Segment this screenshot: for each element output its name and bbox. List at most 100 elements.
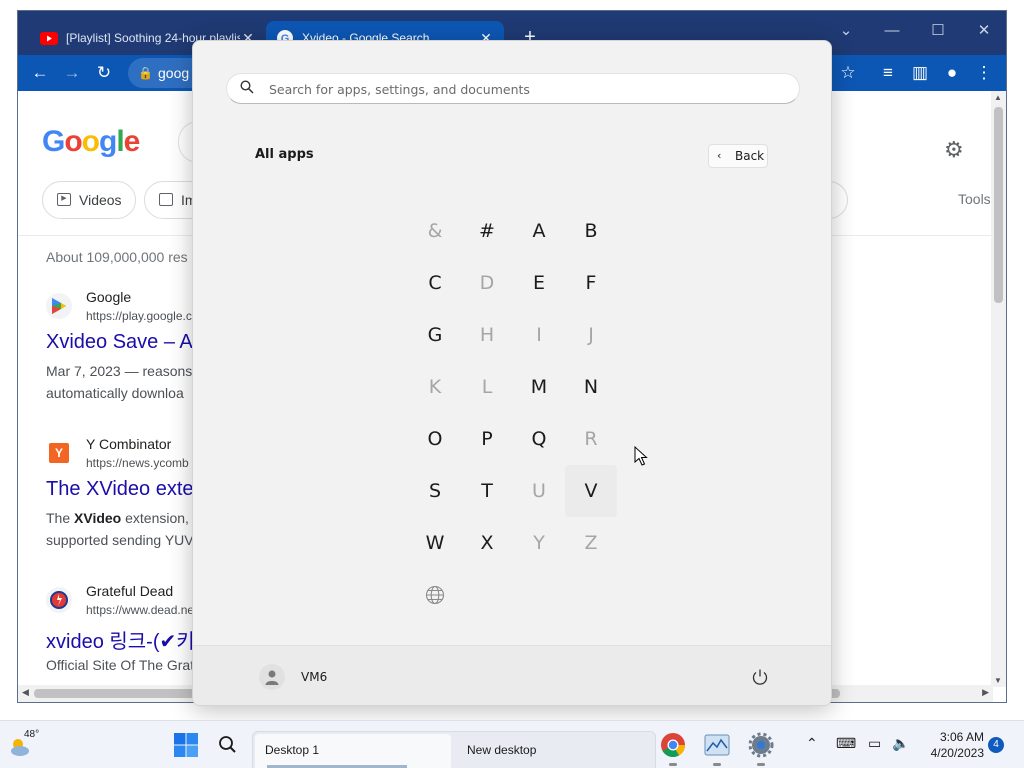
- chevron-left-icon: ‹: [717, 149, 722, 162]
- letter-index-p[interactable]: P: [461, 413, 513, 465]
- keyboard-icon[interactable]: ⌨: [836, 735, 856, 752]
- letter-index-k: K: [428, 376, 442, 398]
- letter-index-c[interactable]: C: [409, 257, 461, 309]
- letter-index-m[interactable]: M: [513, 361, 565, 413]
- letter-index-o[interactable]: O: [409, 413, 461, 465]
- vertical-scrollbar[interactable]: ▲ ▼: [991, 91, 1006, 687]
- notification-badge[interactable]: 4: [988, 737, 1004, 753]
- weather-widget[interactable]: 48°: [8, 729, 44, 761]
- back-button[interactable]: ‹ Back: [708, 144, 768, 168]
- desktop-label: Desktop 1: [265, 743, 320, 757]
- letter-index-i: I: [536, 324, 542, 346]
- all-apps-heading: All apps: [255, 147, 314, 162]
- letter-index-x[interactable]: X: [461, 517, 513, 569]
- letter-index-h: H: [479, 324, 495, 346]
- youtube-icon: [40, 29, 58, 47]
- clock-time: 3:06 AM: [939, 730, 984, 744]
- desktop-1-thumbnail[interactable]: Desktop 1: [255, 734, 451, 768]
- maximize-button[interactable]: ☐: [916, 17, 960, 45]
- power-icon[interactable]: [749, 666, 771, 688]
- letter-index-e[interactable]: E: [513, 257, 565, 309]
- search-placeholder: Search for apps, settings, and documents: [269, 82, 530, 97]
- video-icon: ▶: [57, 193, 71, 206]
- letter-index-hash[interactable]: #: [461, 205, 513, 257]
- address-text: goog: [158, 65, 190, 81]
- letter-index-a[interactable]: A: [513, 205, 565, 257]
- scroll-up-icon[interactable]: ▲: [994, 93, 1002, 102]
- scroll-left-icon[interactable]: ◀: [22, 687, 29, 698]
- result-title-link[interactable]: The XVideo exte: [46, 478, 194, 501]
- virtual-desktops-flyout: Desktop 1 New desktop: [252, 731, 656, 768]
- result-title-link[interactable]: xvideo 링크-(✔키: [46, 625, 195, 654]
- letter-index-j: J: [588, 324, 594, 346]
- letter-index-s[interactable]: S: [409, 465, 461, 517]
- globe-icon[interactable]: [409, 569, 461, 621]
- scrollbar-thumb[interactable]: [994, 107, 1003, 303]
- volume-icon[interactable]: 🔈: [892, 735, 909, 752]
- letter-index-r: R: [584, 428, 598, 450]
- minimize-button[interactable]: —: [870, 17, 914, 45]
- tools-button[interactable]: Tools: [958, 191, 991, 207]
- result-snippet: supported sending YUV: [46, 532, 194, 548]
- letter-index-t[interactable]: T: [461, 465, 513, 517]
- letter-index-w[interactable]: W: [409, 517, 461, 569]
- result-source: Y Combinator: [86, 436, 172, 452]
- letter-index-l: L: [481, 376, 493, 398]
- start-search-input[interactable]: Search for apps, settings, and documents: [226, 73, 800, 104]
- filter-chip-videos[interactable]: ▶ Videos: [42, 181, 136, 219]
- letter-index-y: Y: [533, 532, 545, 554]
- result-stats: About 109,000,000 res: [46, 249, 188, 265]
- reload-icon[interactable]: ↻: [90, 59, 118, 87]
- letter-index-v[interactable]: V: [565, 465, 617, 517]
- scroll-right-icon[interactable]: ▶: [982, 687, 989, 698]
- windows-start-icon[interactable]: [172, 731, 200, 759]
- profile-icon[interactable]: ●: [938, 59, 966, 87]
- letter-index-f[interactable]: F: [565, 257, 617, 309]
- back-arrow-icon[interactable]: ←: [26, 59, 54, 87]
- clock[interactable]: 3:06 AM 4/20/2023: [918, 729, 984, 761]
- letter-index-d: D: [479, 272, 495, 294]
- bookmark-star-icon[interactable]: ☆: [834, 59, 862, 87]
- result-url: https://news.ycomb: [86, 456, 189, 470]
- letter-index-n[interactable]: N: [565, 361, 617, 413]
- settings-gear-icon[interactable]: [746, 730, 776, 766]
- weather-temp: 48°: [24, 729, 40, 740]
- photos-icon[interactable]: [702, 730, 732, 766]
- chrome-icon[interactable]: [658, 730, 688, 766]
- running-indicator: [757, 763, 765, 766]
- result-snippet: Official Site Of The Grat: [46, 657, 195, 673]
- letter-index-q[interactable]: Q: [513, 413, 565, 465]
- start-menu: Search for apps, settings, and documents…: [192, 40, 832, 706]
- result-title-link[interactable]: Xvideo Save – A: [46, 331, 193, 354]
- result-source: Grateful Dead: [86, 583, 174, 599]
- clock-date: 4/20/2023: [930, 746, 984, 760]
- result-snippet: Mar 7, 2023 — reasons: [46, 363, 193, 379]
- scroll-down-icon[interactable]: ▼: [994, 676, 1002, 685]
- search-icon: [240, 80, 254, 94]
- letter-index-g[interactable]: G: [409, 309, 461, 361]
- mouse-cursor-icon: [634, 446, 648, 466]
- start-menu-footer: VM6: [193, 645, 831, 705]
- search-icon[interactable]: [214, 731, 248, 759]
- close-window-button[interactable]: ✕: [962, 17, 1006, 45]
- new-desktop-button[interactable]: New desktop: [467, 743, 536, 757]
- user-name[interactable]: VM6: [301, 670, 327, 684]
- result-url: https://play.google.c: [86, 309, 192, 323]
- media-controls-icon[interactable]: ≡: [874, 59, 902, 87]
- grateful-dead-icon: [46, 587, 72, 613]
- menu-dots-icon[interactable]: ⋮: [970, 59, 998, 87]
- letter-index-u: U: [532, 480, 546, 502]
- user-avatar-icon[interactable]: [259, 664, 285, 690]
- lock-icon: 🔒: [138, 66, 153, 80]
- tab-search-icon[interactable]: ⌄: [824, 17, 868, 45]
- gear-icon[interactable]: ⚙: [944, 137, 964, 163]
- forward-arrow-icon[interactable]: →: [58, 59, 86, 87]
- chevron-up-icon[interactable]: ⌃: [806, 735, 818, 752]
- letter-index-b[interactable]: B: [565, 205, 617, 257]
- side-panel-icon[interactable]: ▥: [906, 59, 934, 87]
- google-play-icon: [46, 293, 72, 319]
- running-indicator: [669, 763, 677, 766]
- letter-index-z: Z: [584, 532, 598, 554]
- google-logo[interactable]: Google: [42, 125, 140, 159]
- network-icon[interactable]: ▭: [868, 735, 881, 752]
